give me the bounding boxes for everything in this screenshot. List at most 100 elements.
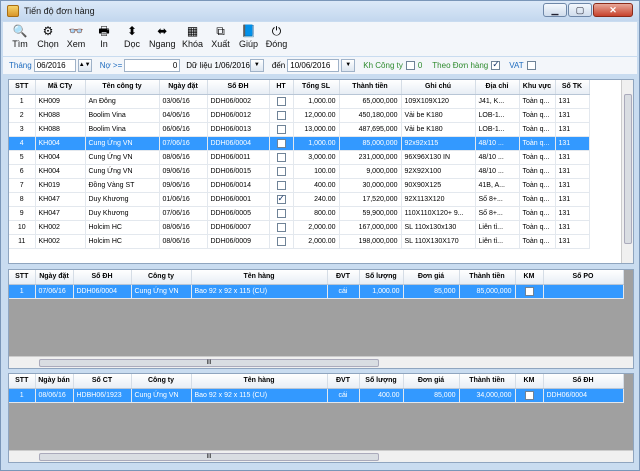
table-cell[interactable]: Toàn q...: [519, 136, 556, 151]
toolbar-button-0[interactable]: 🔍 Tìm: [9, 22, 31, 50]
table-cell[interactable]: 800.00: [293, 206, 340, 221]
table-row[interactable]: 8KH047Duy Khương01/06/16DDH06/0001 240.00…: [9, 192, 590, 207]
table-cell[interactable]: Đồng Vàng ST: [85, 178, 160, 193]
table-cell[interactable]: KH088: [35, 122, 86, 137]
table-cell[interactable]: 09/06/16: [159, 178, 208, 193]
table-cell[interactable]: 01/06/16: [159, 192, 208, 207]
row-checkbox[interactable]: [524, 286, 534, 296]
row-checkbox[interactable]: [276, 180, 286, 190]
table-cell[interactable]: cái: [327, 284, 360, 299]
table-cell[interactable]: 41B, A...: [475, 178, 520, 193]
table-cell[interactable]: 92X92X100: [401, 164, 476, 179]
column-header[interactable]: Thành tiền: [459, 374, 516, 389]
table-cell[interactable]: 1,000.00: [293, 94, 340, 109]
table-cell[interactable]: 65,000,000: [339, 94, 402, 109]
table-cell[interactable]: DDH06/0014: [207, 178, 270, 193]
table-cell[interactable]: DDH06/0004: [73, 284, 132, 299]
column-header[interactable]: Tổng SL: [293, 80, 340, 95]
theodon-checkbox[interactable]: [491, 59, 501, 70]
table-cell-checkbox[interactable]: [269, 234, 294, 249]
column-header[interactable]: KM: [515, 270, 544, 285]
table-row[interactable]: 1 08/06/16 HDBH06/1923 Cung Ứng VN Bao 92 x …: [9, 388, 624, 403]
table-cell[interactable]: DDH06/0004: [543, 388, 624, 403]
table-cell[interactable]: 110X110X120+ 9...: [401, 206, 476, 221]
row-checkbox[interactable]: [276, 236, 286, 246]
table-cell-checkbox[interactable]: [269, 150, 294, 165]
column-header[interactable]: Số PO: [543, 270, 624, 285]
column-header[interactable]: Mã CTy: [35, 80, 86, 95]
toolbar-button-7[interactable]: ⧉ Xuất: [210, 22, 232, 50]
table-cell-checkbox[interactable]: [269, 122, 294, 137]
orders-vscroll[interactable]: [621, 80, 633, 263]
table-row[interactable]: 6 KH004 Cung Ứng VN 09/06/16 DDH06/0015 100.0…: [9, 164, 590, 179]
toolbar-button-9[interactable]: ⏻ Đóng: [266, 22, 288, 50]
table-cell[interactable]: SL 110X130X170: [401, 234, 476, 249]
table-cell[interactable]: DDH06/0005: [207, 206, 270, 221]
table-row[interactable]: 5 KH004 Cung Ứng VN 08/06/16 DDH06/0011 3,000…: [9, 150, 590, 165]
table-cell[interactable]: Cung Ứng VN: [131, 284, 192, 299]
table-cell[interactable]: 2,000.00: [293, 234, 340, 249]
dulieu-calendar-icon[interactable]: ▼: [249, 59, 264, 72]
row-checkbox[interactable]: [276, 110, 286, 120]
column-header[interactable]: STT: [9, 374, 36, 389]
vat-checkbox[interactable]: [526, 61, 536, 70]
table-cell[interactable]: Cung Ứng VN: [85, 136, 160, 151]
column-header[interactable]: Số ĐH: [207, 80, 270, 95]
column-header[interactable]: Số lượng: [359, 270, 404, 285]
table-cell[interactable]: Holcim HC: [85, 234, 160, 249]
table-cell[interactable]: KH002: [35, 220, 86, 235]
table-cell[interactable]: 03/06/16: [159, 94, 208, 109]
table-cell[interactable]: DDH06/0013: [207, 122, 270, 137]
table-cell[interactable]: 198,000,000: [339, 234, 402, 249]
column-header[interactable]: Số ĐH: [73, 270, 132, 285]
table-row[interactable]: 9 KH047 Duy Khương 07/06/16 DDH06/0005 800.00…: [9, 206, 590, 221]
table-cell[interactable]: Toàn q...: [519, 178, 556, 193]
table-cell[interactable]: 131: [555, 206, 590, 221]
table-cell[interactable]: DDH06/0002: [207, 94, 270, 109]
table-cell[interactable]: 487,695,000: [339, 122, 402, 137]
table-row[interactable]: 11 KH002 Holcim HC 08/06/16 DDH06/0009 2,000.…: [9, 234, 590, 249]
row-checkbox[interactable]: [276, 96, 286, 106]
toolbar-button-3[interactable]: 🖶 In: [93, 22, 115, 50]
table-cell[interactable]: LOB-1...: [475, 108, 520, 123]
toolbar-button-4[interactable]: ⬍ Dọc: [121, 22, 143, 50]
table-cell[interactable]: 240.00: [293, 192, 340, 207]
column-header[interactable]: Địa chỉ: [475, 80, 520, 95]
row-checkbox[interactable]: [276, 208, 286, 218]
table-cell[interactable]: Toàn q...: [519, 192, 556, 207]
column-header[interactable]: Số CT: [73, 374, 132, 389]
table-cell[interactable]: Duy Khương: [85, 192, 160, 207]
column-header[interactable]: Số lượng: [359, 374, 404, 389]
table-cell[interactable]: 30,000,000: [339, 178, 402, 193]
column-header[interactable]: Tên công ty: [85, 80, 160, 95]
table-cell[interactable]: 07/06/16: [35, 284, 74, 299]
table-cell[interactable]: 1: [9, 94, 36, 109]
table-cell[interactable]: Vải be K180: [401, 108, 476, 123]
table-cell[interactable]: SL 110x130x130: [401, 220, 476, 235]
table-cell[interactable]: 09/06/16: [159, 164, 208, 179]
column-header[interactable]: ĐVT: [327, 374, 360, 389]
sales-hscroll-thumb[interactable]: III: [39, 453, 379, 461]
toolbar-button-8[interactable]: 📘 Giúp: [238, 22, 260, 50]
table-cell[interactable]: 12,000.00: [293, 108, 340, 123]
toolbar-button-6[interactable]: ▦ Khóa: [182, 22, 204, 50]
table-cell[interactable]: 06/06/16: [159, 122, 208, 137]
table-cell[interactable]: Toàn q...: [519, 94, 556, 109]
table-cell[interactable]: KH009: [35, 94, 86, 109]
table-cell[interactable]: KH047: [35, 206, 86, 221]
table-cell[interactable]: KH019: [35, 178, 86, 193]
table-cell[interactable]: 08/06/16: [159, 220, 208, 235]
table-cell[interactable]: J41, K...: [475, 94, 520, 109]
column-header[interactable]: HT: [269, 80, 294, 95]
table-cell-checkbox[interactable]: [515, 284, 544, 299]
table-cell[interactable]: 9,000,000: [339, 164, 402, 179]
table-cell[interactable]: 3,000.00: [293, 150, 340, 165]
toolbar-button-2[interactable]: 👓 Xem: [65, 22, 87, 50]
table-cell[interactable]: DDH06/0009: [207, 234, 270, 249]
table-cell[interactable]: Toàn q...: [519, 150, 556, 165]
table-cell[interactable]: 48/10 ...: [475, 164, 520, 179]
den-input[interactable]: 10/06/2016: [287, 59, 340, 72]
table-cell[interactable]: 59,900,000: [339, 206, 402, 221]
table-cell[interactable]: 07/06/16: [159, 206, 208, 221]
table-cell-checkbox[interactable]: [269, 192, 294, 207]
